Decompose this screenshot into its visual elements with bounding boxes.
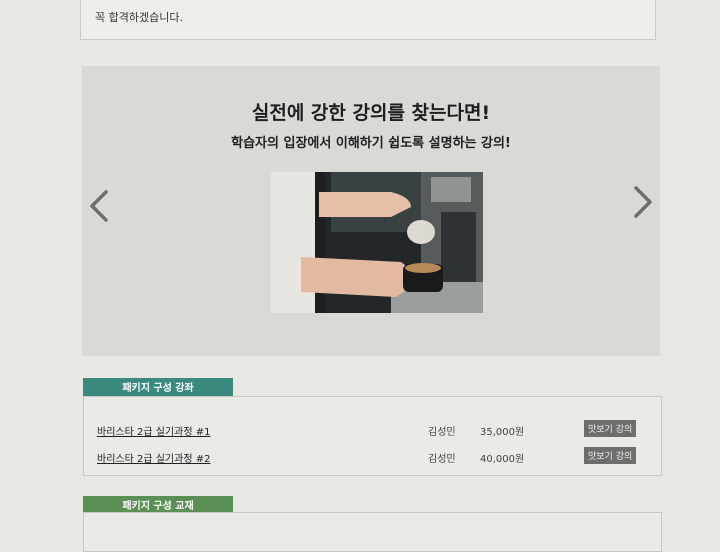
course-row: 바리스타 2급 실기과정 #2 김성민 40,000원 맛보기 강의 (84, 446, 661, 468)
course-price: 35,000원 (480, 427, 525, 438)
banner-prev-button[interactable] (86, 188, 112, 224)
course-price: 40,000원 (480, 454, 525, 465)
chevron-right-icon (634, 186, 652, 218)
book-list (83, 512, 662, 552)
course-name-link[interactable]: 바리스타 2급 실기과정 #2 (97, 450, 210, 465)
notice-text: 꼭 합격하겠습니다. (95, 11, 183, 24)
banner-next-button[interactable] (630, 184, 656, 220)
barista-photo (271, 172, 483, 313)
course-name-link[interactable]: 바리스타 2급 실기과정 #1 (97, 423, 210, 438)
course-list: 바리스타 2급 실기과정 #1 김성민 35,000원 맛보기 강의 바리스타 … (83, 396, 662, 476)
course-row: 바리스타 2급 실기과정 #1 김성민 35,000원 맛보기 강의 (84, 419, 661, 441)
preview-lecture-button[interactable]: 맛보기 강의 (584, 447, 637, 464)
chevron-left-icon (90, 190, 108, 222)
banner-subtitle: 학습자의 입장에서 이해하기 쉽도록 설명하는 강의! (231, 136, 511, 151)
preview-lecture-button[interactable]: 맛보기 강의 (584, 420, 637, 437)
notice-box: 꼭 합격하겠습니다. (80, 0, 656, 40)
promo-banner: 실전에 강한 강의를 찾는다면! 학습자의 입장에서 이해하기 쉽도록 설명하는… (82, 66, 660, 356)
banner-title: 실전에 강한 강의를 찾는다면! (251, 102, 491, 124)
course-teacher: 김성민 (428, 427, 456, 438)
course-teacher: 김성민 (428, 454, 456, 465)
